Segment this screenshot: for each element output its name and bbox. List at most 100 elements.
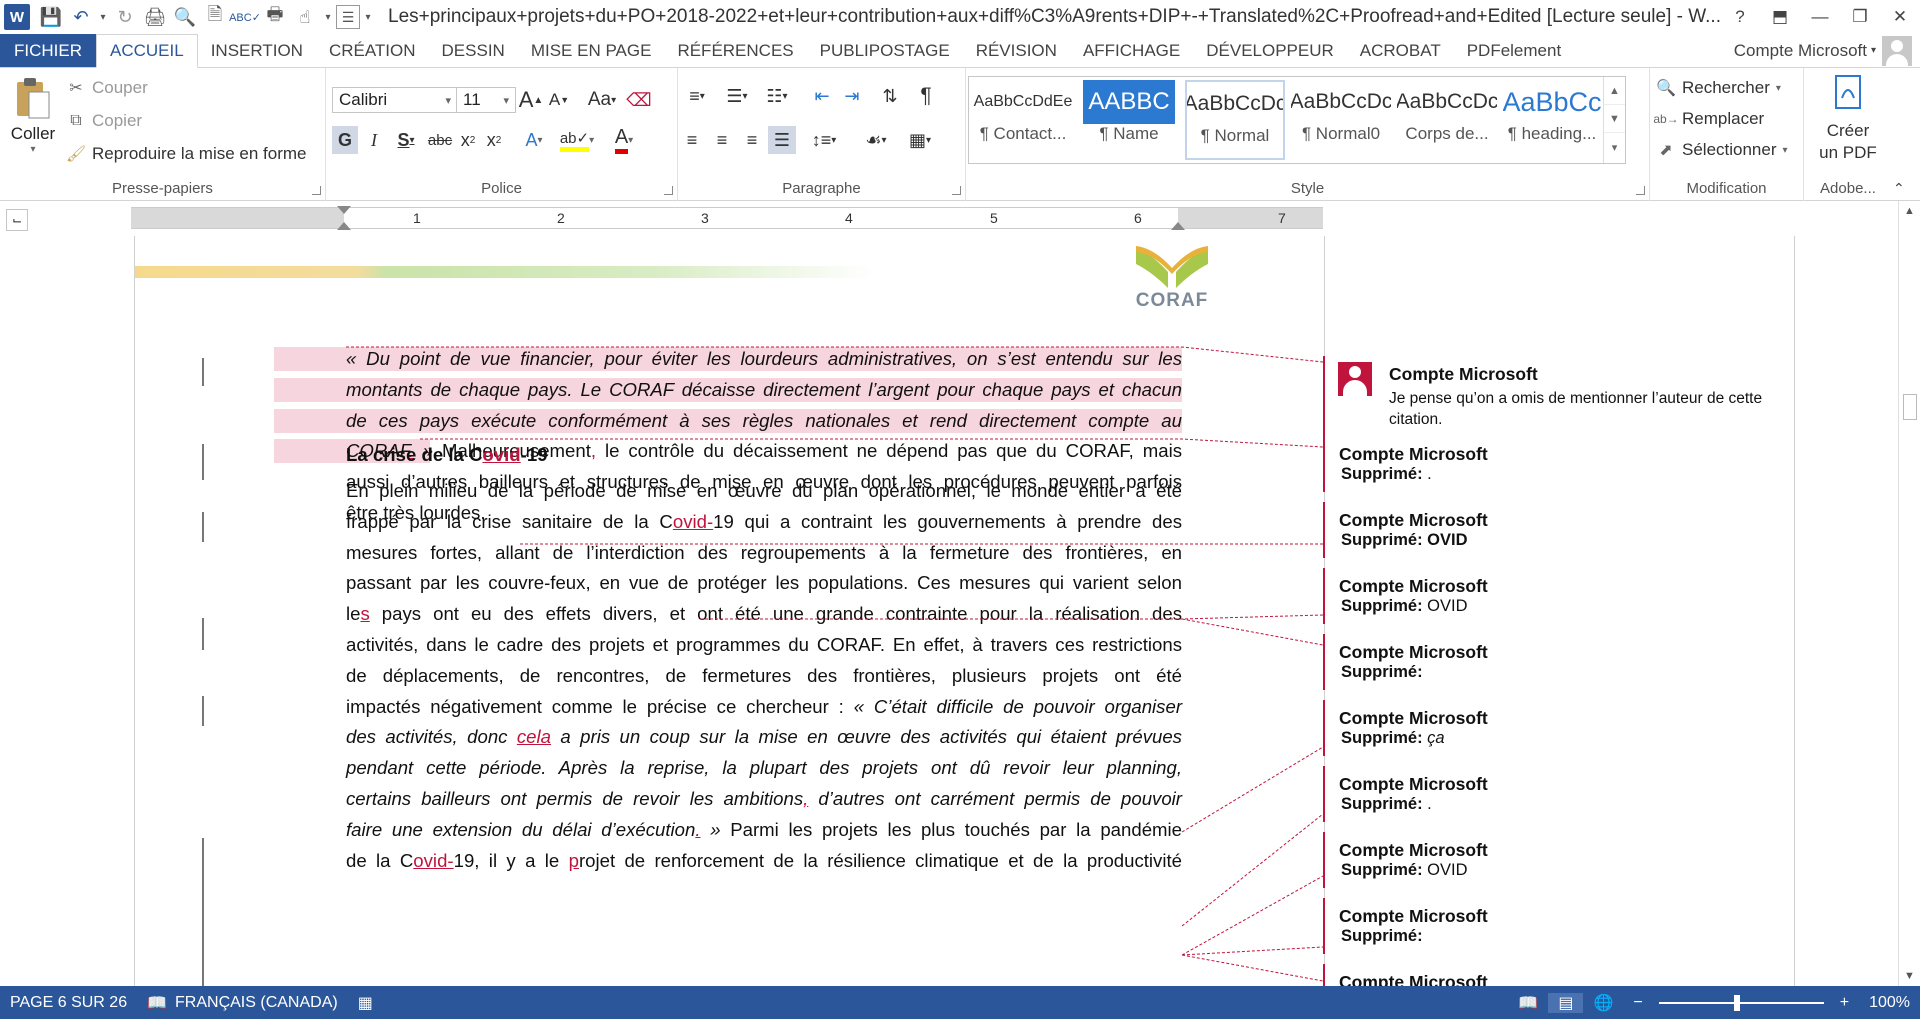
gallery-down-icon[interactable]: ▼ <box>1604 105 1625 133</box>
align-left-button[interactable]: ≡ <box>678 126 706 154</box>
scroll-up-icon[interactable]: ▲ <box>1899 201 1920 221</box>
read-mode-icon[interactable]: ☰ <box>336 5 360 29</box>
create-pdf-button[interactable]: Créer un PDF <box>1804 74 1892 164</box>
clipboard-launcher-icon[interactable] <box>312 186 321 195</box>
zoom-slider[interactable] <box>1658 994 1824 1011</box>
borders-button[interactable]: ▦ ▾ <box>900 126 940 154</box>
tab-fichier[interactable]: FICHIER <box>0 34 96 67</box>
deletion-balloon[interactable]: Compte Microsoft Supprimé: <box>1323 898 1793 954</box>
tab-selector-icon[interactable]: ⌙ <box>6 209 28 231</box>
copy-button[interactable]: ⧉ Copier <box>66 111 142 131</box>
subscript-button[interactable]: x2 <box>456 126 480 154</box>
highlight-color-button[interactable]: ab✓ ▾ <box>556 126 598 154</box>
find-button[interactable]: 🔍 Rechercher ▾ <box>1656 78 1781 98</box>
tab-developpeur[interactable]: DÉVELOPPEUR <box>1193 34 1347 67</box>
bold-button[interactable]: G <box>332 126 358 154</box>
tab-mise-en-page[interactable]: MISE EN PAGE <box>518 34 665 67</box>
style-body-text[interactable]: AaBbCcDc Corps de... <box>1397 80 1497 160</box>
macro-recording-icon[interactable]: ▦ <box>348 993 383 1013</box>
undo-icon[interactable]: ↶ <box>66 2 96 32</box>
tab-references[interactable]: RÉFÉRENCES <box>664 34 806 67</box>
vertical-scrollbar[interactable]: ▲ ▼ <box>1898 201 1920 986</box>
paragraph-launcher-icon[interactable] <box>952 186 961 195</box>
horizontal-ruler[interactable]: 1 2 3 4 5 6 7 <box>131 206 1323 230</box>
deletion-balloon[interactable]: Compte Microsoft Supprimé: ça <box>1323 700 1793 756</box>
comment-balloon[interactable]: Compte Microsoft Je pense qu’on a omis d… <box>1323 356 1793 436</box>
zoom-out-button[interactable]: − <box>1623 994 1652 1012</box>
justify-button[interactable]: ☰ <box>768 126 796 154</box>
align-center-button[interactable]: ≡ <box>708 126 736 154</box>
maximize-button[interactable]: ❐ <box>1840 0 1880 34</box>
tab-pdfelement[interactable]: PDFelement <box>1454 34 1574 67</box>
zoom-level[interactable]: 100% <box>1859 994 1920 1012</box>
show-paragraph-marks-button[interactable]: ¶ <box>912 82 940 110</box>
redo-icon[interactable]: ↻ <box>110 2 140 32</box>
read-mode-view-icon[interactable]: 📖 <box>1508 993 1548 1013</box>
help-button[interactable]: ? <box>1720 0 1760 34</box>
collapse-ribbon-icon[interactable]: ⌃ <box>1893 180 1905 197</box>
style-name-style[interactable]: AABBC ¶ Name <box>1079 80 1179 160</box>
scroll-thumb[interactable] <box>1903 394 1917 420</box>
superscript-button[interactable]: x2 <box>482 126 506 154</box>
tab-dessin[interactable]: DESSIN <box>429 34 518 67</box>
first-line-indent-marker[interactable] <box>337 206 351 214</box>
print-layout-icon[interactable]: 🖶 <box>260 2 290 32</box>
page-indicator[interactable]: PAGE 6 SUR 26 <box>0 994 137 1012</box>
shading-button[interactable]: ☙ ▾ <box>856 126 896 154</box>
deletion-balloon[interactable]: Compte Microsoft Supprimé: <box>1323 634 1793 690</box>
numbering-button[interactable]: ☰ ▾ <box>718 82 756 110</box>
styles-launcher-icon[interactable] <box>1636 186 1645 195</box>
scroll-down-icon[interactable]: ▼ <box>1899 966 1920 986</box>
customize-qat-icon[interactable]: ▾ <box>320 2 336 32</box>
sort-button[interactable]: ⇅ <box>876 82 904 110</box>
minimize-button[interactable]: — <box>1800 0 1840 34</box>
print-layout-view-icon[interactable]: ▤ <box>1548 992 1584 1013</box>
touch-mode-icon[interactable]: ☝ <box>290 2 320 32</box>
replace-button[interactable]: ab→ Remplacer <box>1653 109 1764 129</box>
grow-font-button[interactable]: A ▲ <box>518 86 544 114</box>
font-size-combo[interactable]: 11 ▾ <box>456 87 516 113</box>
gallery-up-icon[interactable]: ▲ <box>1604 77 1625 105</box>
style-normal[interactable]: AaBbCcDc ¶ Normal <box>1185 80 1285 160</box>
style-contact[interactable]: AaBbCcDdEe ¶ Contact... <box>973 80 1073 160</box>
undo-dropdown-icon[interactable]: ▾ <box>96 2 110 32</box>
tab-affichage[interactable]: AFFICHAGE <box>1070 34 1193 67</box>
underline-button[interactable]: S ▾ <box>388 126 424 154</box>
paragraph-covid[interactable]: En plein milieu de la période de mise en… <box>346 476 1182 876</box>
select-button[interactable]: ⬈ Sélectionner ▾ <box>1656 140 1787 160</box>
deletion-balloon[interactable]: Compte Microsoft Supprimé: . <box>1323 766 1793 822</box>
style-heading[interactable]: AaBbCc ¶ heading... <box>1503 80 1601 160</box>
section-heading[interactable]: La crise de la Covid-19 <box>346 444 548 466</box>
cut-button[interactable]: ✂ Couper <box>66 78 147 98</box>
decrease-indent-button[interactable]: ⇤ <box>808 82 836 110</box>
tab-accueil[interactable]: ACCUEIL <box>96 34 198 68</box>
deletion-balloon[interactable]: Compte Microsoft <box>1323 964 1793 986</box>
paste-button[interactable]: Coller ▾ <box>10 76 56 166</box>
bullets-button[interactable]: ≡ ▾ <box>678 82 716 110</box>
clear-formatting-icon[interactable]: ⌫ <box>626 86 652 114</box>
tab-insertion[interactable]: INSERTION <box>198 34 316 67</box>
strikethrough-button[interactable]: abc <box>426 126 454 154</box>
deletion-balloon[interactable]: Compte Microsoft Supprimé: OVID <box>1323 568 1793 624</box>
more-commands-icon[interactable]: ▾ <box>360 2 376 32</box>
increase-indent-button[interactable]: ⇥ <box>838 82 866 110</box>
multilevel-list-button[interactable]: ☷ ▾ <box>758 82 796 110</box>
italic-button[interactable]: I <box>362 126 386 154</box>
left-indent-marker[interactable] <box>337 222 351 230</box>
zoom-slider-thumb[interactable] <box>1733 994 1740 1011</box>
line-spacing-button[interactable]: ↕≡ ▾ <box>804 126 844 154</box>
save-icon[interactable]: 💾 <box>36 2 66 32</box>
spelling-icon[interactable]: ABC✓ <box>229 2 261 32</box>
proofing-status[interactable]: 📖 FRANÇAIS (CANADA) <box>137 993 348 1013</box>
quick-print-icon[interactable]: 🖨 <box>140 2 170 32</box>
print-preview-icon[interactable]: 🔍 <box>170 2 200 32</box>
new-document-icon[interactable]: 🗎 <box>200 2 230 32</box>
tab-revision[interactable]: RÉVISION <box>963 34 1070 67</box>
right-indent-marker[interactable] <box>1171 222 1185 230</box>
close-button[interactable]: ✕ <box>1880 0 1920 34</box>
web-layout-view-icon[interactable]: 🌐 <box>1583 993 1623 1013</box>
deletion-balloon[interactable]: Compte Microsoft Supprimé: OVID <box>1323 832 1793 888</box>
gallery-more-icon[interactable]: ▾ <box>1604 133 1625 161</box>
word-app-icon[interactable]: W <box>4 4 30 30</box>
change-case-button[interactable]: Aa ▾ <box>582 86 622 114</box>
